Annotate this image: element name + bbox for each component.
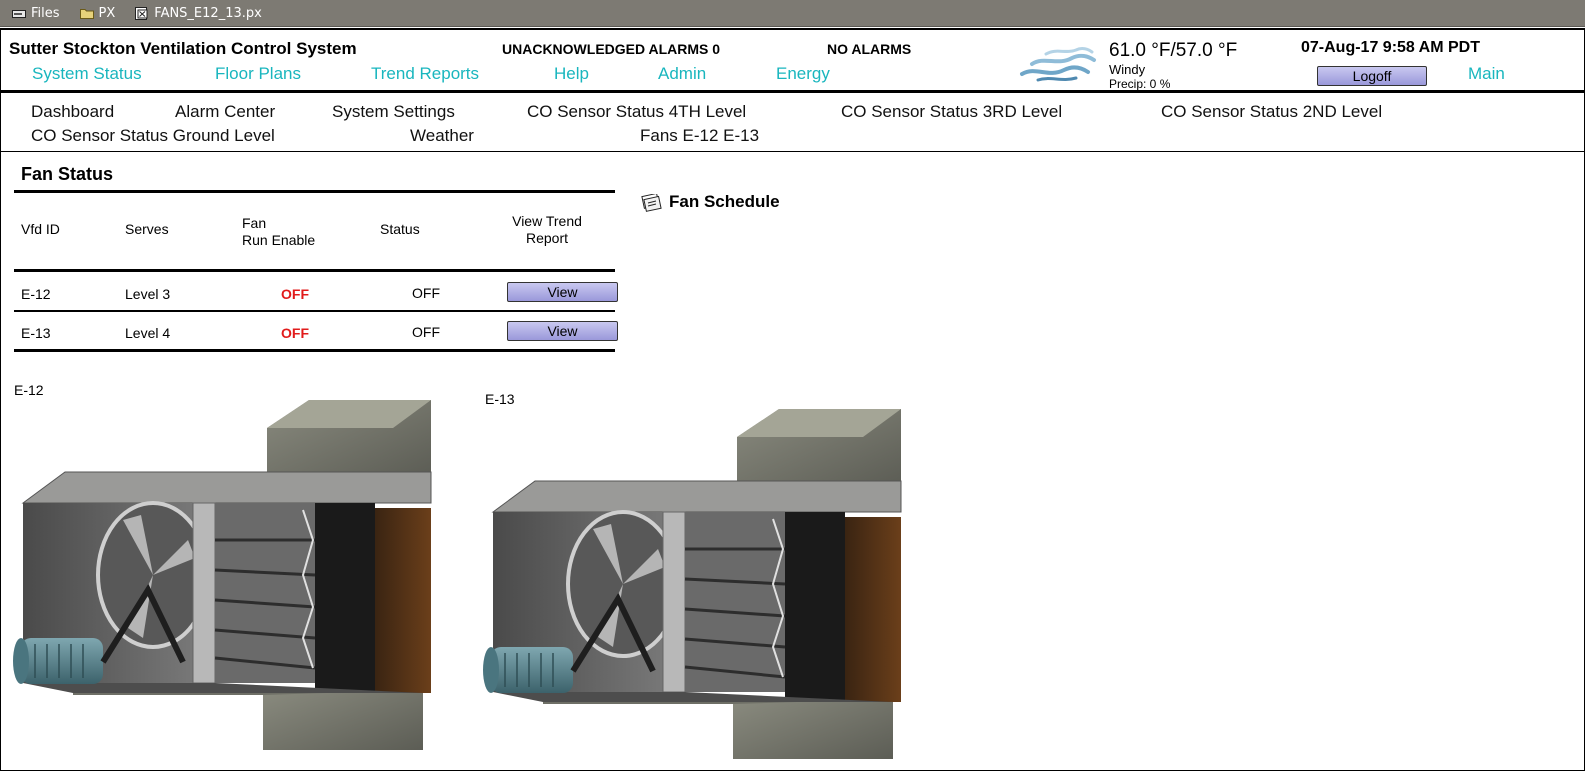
path-bar: Files PX FANS_E12_13.px — [0, 0, 1585, 27]
nav-help[interactable]: Help — [554, 64, 589, 84]
nav-energy[interactable]: Energy — [776, 64, 830, 84]
weather-condition: Windy — [1109, 62, 1146, 77]
table-header-rule — [14, 269, 615, 272]
col-status: Status — [380, 221, 420, 237]
subnav-weather[interactable]: Weather — [410, 126, 474, 146]
app-title: Sutter Stockton Ventilation Control Syst… — [9, 39, 357, 58]
row-serves: Level 3 — [125, 286, 171, 302]
fan-unit-graphic-e12[interactable] — [13, 400, 435, 750]
subnav-co-sensor-4th[interactable]: CO Sensor Status 4TH Level — [527, 102, 746, 122]
row-status: OFF — [412, 285, 440, 301]
table-top-rule — [14, 190, 615, 193]
fan-status-title: Fan Status — [21, 164, 114, 184]
fan-schedule-link[interactable]: Fan Schedule — [669, 192, 780, 212]
nav-system-status[interactable]: System Status — [32, 64, 142, 84]
subnav-alarm-center[interactable]: Alarm Center — [175, 102, 275, 122]
temperature-readout: 61.0 °F/57.0 °F — [1109, 40, 1238, 61]
nav-admin[interactable]: Admin — [658, 64, 706, 84]
fan-graphic-label-e13: E-13 — [485, 391, 515, 407]
nav-trend-reports[interactable]: Trend Reports — [371, 64, 479, 84]
px-file-icon — [135, 6, 148, 20]
col-fan-run-enable: Fan Run Enable — [242, 215, 315, 249]
subnav-divider — [1, 151, 1584, 152]
crumb-file[interactable]: FANS_E12_13.px — [135, 6, 262, 21]
main-frame: Sutter Stockton Ventilation Control Syst… — [0, 28, 1585, 771]
alarm-status[interactable]: NO ALARMS — [827, 41, 911, 57]
crumb-px[interactable]: PX — [79, 5, 116, 21]
app-window: Files PX FANS_E12_13.px Sutter Stockton … — [0, 0, 1585, 771]
col-view-trend-line1: View Trend — [512, 213, 582, 229]
crumb-label: PX — [98, 5, 116, 21]
unacknowledged-alarms[interactable]: UNACKNOWLEDGED ALARMS 0 — [502, 41, 720, 57]
row-vfd-id: E-13 — [21, 325, 51, 341]
current-datetime: 07-Aug-17 9:58 AM PDT — [1301, 39, 1480, 56]
subnav-co-sensor-ground[interactable]: CO Sensor Status Ground Level — [31, 126, 275, 146]
precipitation: Precip: 0 % — [1109, 77, 1171, 91]
table-bottom-rule — [14, 349, 615, 352]
col-vfd-id: Vfd ID — [21, 221, 60, 237]
drive-icon — [12, 9, 26, 18]
nav-main[interactable]: Main — [1468, 64, 1505, 84]
row-serves: Level 4 — [125, 325, 171, 341]
subnav-fans-e12-e13[interactable]: Fans E-12 E-13 — [640, 126, 759, 146]
subnav-dashboard[interactable]: Dashboard — [31, 102, 114, 122]
fan-graphic-label-e12: E-12 — [14, 382, 44, 398]
col-serves: Serves — [125, 221, 169, 237]
nav-floor-plans[interactable]: Floor Plans — [215, 64, 301, 84]
logoff-button[interactable]: Logoff — [1317, 66, 1427, 86]
crumb-files[interactable]: Files — [12, 6, 60, 21]
header-divider — [1, 90, 1584, 93]
row-vfd-id: E-12 — [21, 286, 51, 302]
col-fan-run-enable-line2: Run Enable — [242, 232, 316, 248]
col-view-trend-line2: Report — [525, 230, 569, 246]
subnav-system-settings[interactable]: System Settings — [332, 102, 455, 122]
row-run-enable: OFF — [281, 325, 309, 341]
fan-unit-graphic-e13[interactable] — [483, 409, 905, 759]
subnav-co-sensor-3rd[interactable]: CO Sensor Status 3RD Level — [841, 102, 1062, 122]
wind-icon — [1020, 47, 1096, 82]
view-trend-button-e12[interactable]: View — [507, 282, 618, 302]
row-run-enable: OFF — [281, 286, 309, 302]
row-divider — [14, 310, 615, 312]
subnav-co-sensor-2nd[interactable]: CO Sensor Status 2ND Level — [1161, 102, 1382, 122]
col-view-trend-report: View Trend Report — [497, 213, 597, 247]
folder-icon — [79, 8, 94, 19]
crumb-label: FANS_E12_13.px — [154, 5, 262, 21]
crumb-label: Files — [31, 5, 60, 21]
schedule-icon[interactable] — [640, 194, 662, 212]
col-fan-run-enable-line1: Fan — [242, 215, 267, 231]
view-trend-button-e13[interactable]: View — [507, 321, 618, 341]
row-status: OFF — [412, 324, 440, 340]
